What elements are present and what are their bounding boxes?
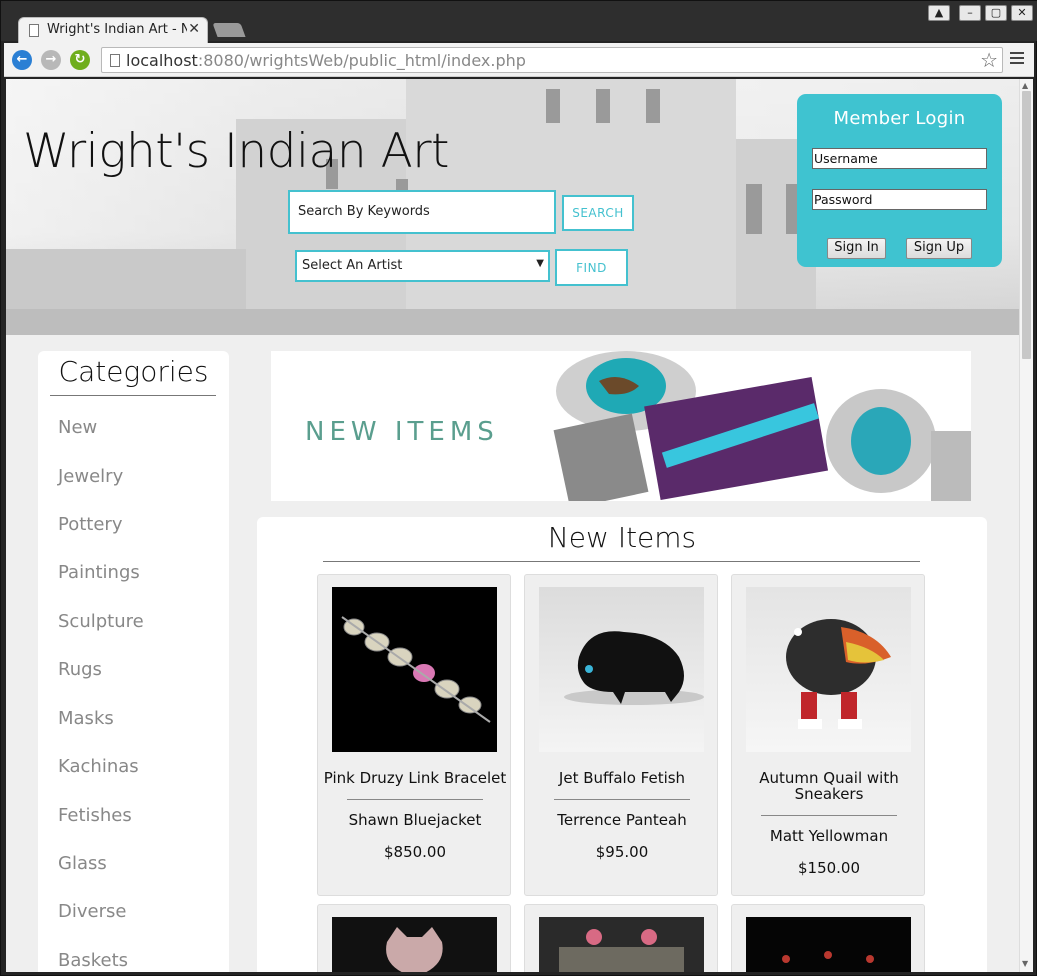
category-jewelry[interactable]: Jewelry [58,466,123,487]
address-bar[interactable]: localhost:8080/wrightsWeb/public_html/in… [101,47,1003,73]
sign-in-button[interactable]: Sign In [827,238,886,259]
product-card[interactable]: Jet Buffalo Fetish Terrence Panteah $95.… [524,574,718,896]
category-kachinas[interactable]: Kachinas [58,756,139,777]
back-arrow-icon[interactable]: ← [12,50,32,70]
page-icon [29,24,39,37]
new-items-banner[interactable]: NEW ITEMS [271,351,971,501]
product-image[interactable] [332,917,497,972]
product-name[interactable]: Pink Druzy Link Bracelet [318,770,512,786]
product-price: $95.00 [595,843,649,861]
artist-select-value: Select An Artist [302,258,403,273]
member-login-panel: Member Login Username Password Sign In S… [797,94,1002,267]
header: Wright's Indian Art Search By Keywords S… [6,79,1019,335]
minimize-button[interactable]: – [959,5,981,21]
product-card[interactable] [731,904,925,972]
banner-text: NEW ITEMS [305,417,499,447]
divider [323,561,920,562]
jewelry-banner-image [553,351,971,501]
artist-select[interactable]: Select An Artist ▼ [295,250,550,282]
category-baskets[interactable]: Baskets [58,950,128,971]
product-price: $850.00 [383,843,447,861]
product-image[interactable] [539,917,704,972]
password-field[interactable]: Password [812,189,987,210]
product-name[interactable]: Jet Buffalo Fetish [525,770,719,786]
divider [554,799,690,800]
divider [50,395,216,396]
product-image[interactable] [539,587,704,752]
scroll-up-icon[interactable]: ▲ [1022,81,1028,90]
divider [347,799,483,800]
browser-window: Wright's Indian Art - N ✕ ▲ – ▢ ✕ ← → ↻ … [0,0,1037,976]
site-title: Wright's Indian Art [23,124,449,179]
product-card[interactable] [524,904,718,972]
product-card[interactable]: Pink Druzy Link Bracelet Shawn Bluejacke… [317,574,511,896]
product-image[interactable] [746,917,911,972]
category-diverse[interactable]: Diverse [58,901,126,922]
scrollbar-thumb[interactable] [1022,91,1031,359]
close-window-button[interactable]: ✕ [1011,5,1033,21]
product-name[interactable]: Autumn Quail with Sneakers [732,770,926,802]
category-pottery[interactable]: Pottery [58,514,122,535]
categories-sidebar: Categories New Jewelry Pottery Paintings… [38,351,229,972]
search-button[interactable]: SEARCH [562,195,634,231]
reload-icon[interactable]: ↻ [70,50,90,70]
category-new[interactable]: New [58,417,97,438]
divider [761,815,897,816]
browser-toolbar: ← → ↻ localhost:8080/wrightsWeb/public_h… [4,43,1034,77]
product-artist: Shawn Bluejacket [348,811,482,829]
categories-title: Categories [58,355,209,388]
login-title: Member Login [833,108,966,129]
scroll-down-icon[interactable]: ▼ [1022,959,1028,968]
category-fetishes[interactable]: Fetishes [58,805,132,826]
category-sculpture[interactable]: Sculpture [58,611,144,632]
page-viewport: Wright's Indian Art Search By Keywords S… [6,79,1019,972]
category-rugs[interactable]: Rugs [58,659,102,680]
sign-up-button[interactable]: Sign Up [906,238,972,259]
category-paintings[interactable]: Paintings [58,562,140,583]
product-image[interactable] [332,587,497,752]
product-artist: Terrence Panteah [557,811,687,829]
title-bar: Wright's Indian Art - N ✕ ▲ – ▢ ✕ [1,1,1037,43]
new-items-panel: New Items Pink Druzy Link Bracelet Shawn… [257,517,987,972]
browser-tab[interactable]: Wright's Indian Art - N ✕ [18,17,208,43]
tab-title: Wright's Indian Art - N [47,22,187,37]
scrollbar[interactable]: ▲ ▼ [1019,79,1033,972]
product-price: $150.00 [797,859,861,877]
user-profile-icon[interactable]: ▲ [928,5,950,21]
page-icon [110,54,120,67]
forward-arrow-icon[interactable]: → [41,50,61,70]
url-text: localhost:8080/wrightsWeb/public_html/in… [126,51,526,70]
product-card[interactable]: Autumn Quail with Sneakers Matt Yellowma… [731,574,925,896]
close-tab-icon[interactable]: ✕ [188,21,200,37]
new-items-title: New Items [547,521,697,554]
chevron-down-icon: ▼ [536,258,544,269]
maximize-button[interactable]: ▢ [985,5,1007,21]
username-field[interactable]: Username [812,148,987,169]
product-card[interactable] [317,904,511,972]
category-glass[interactable]: Glass [58,853,107,874]
product-artist: Matt Yellowman [769,827,889,845]
menu-icon[interactable] [1010,52,1024,66]
category-masks[interactable]: Masks [58,708,114,729]
search-input[interactable]: Search By Keywords [288,190,556,234]
product-image[interactable] [746,587,911,752]
new-tab-button[interactable] [212,23,246,37]
bookmark-star-icon[interactable]: ☆ [980,48,998,72]
find-button[interactable]: FIND [555,249,628,286]
